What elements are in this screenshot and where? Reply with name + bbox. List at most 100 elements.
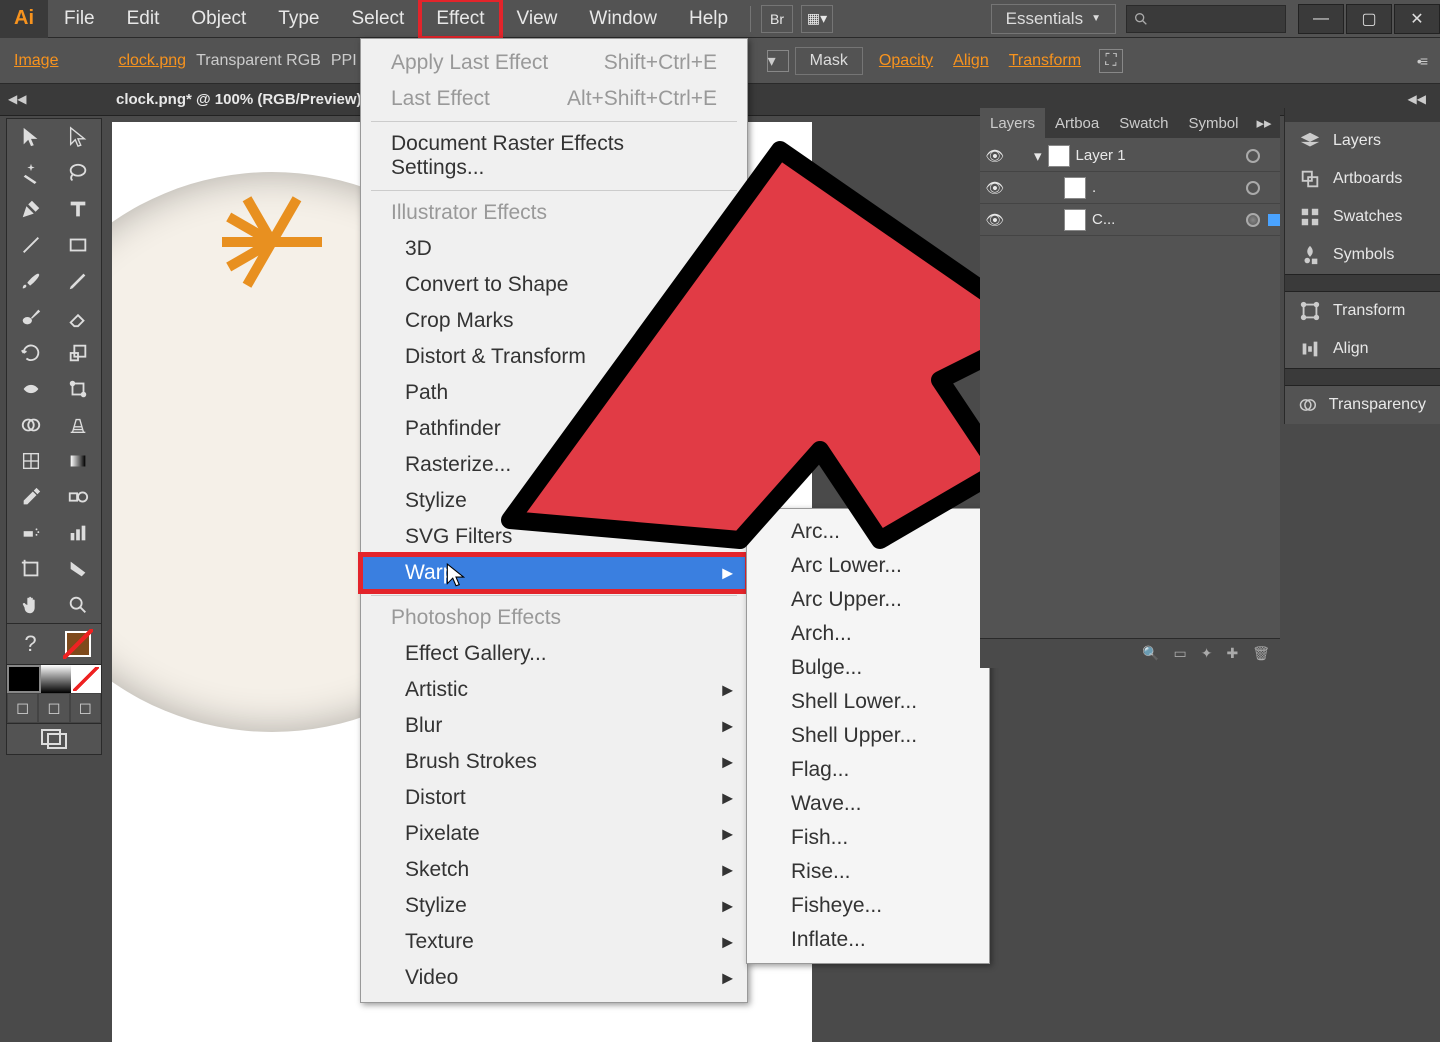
panel-transform[interactable]: Transform (1285, 292, 1440, 330)
menu-select[interactable]: Select (336, 0, 421, 38)
warp-rise[interactable]: Rise... (747, 855, 989, 889)
panel-swatches[interactable]: Swatches (1285, 198, 1440, 236)
zoom-tool[interactable] (54, 587, 101, 623)
scale-tool[interactable] (54, 335, 101, 371)
layer-name[interactable]: Layer 1 (1076, 147, 1126, 164)
layer-row-1[interactable]: 👁 ▾ Layer 1 (980, 140, 1280, 172)
warp-arc-upper[interactable]: Arc Upper... (747, 583, 989, 617)
width-tool[interactable] (7, 371, 54, 407)
collapse-right-icon[interactable]: ◀◀ (1408, 92, 1426, 106)
warp-fisheye[interactable]: Fisheye... (747, 889, 989, 923)
draw-behind[interactable]: ◻ (38, 693, 69, 723)
embed-dropdown[interactable]: ▾ (767, 50, 789, 72)
screen-mode[interactable] (7, 724, 101, 754)
close-button[interactable]: ✕ (1394, 4, 1440, 34)
menu-edit[interactable]: Edit (111, 0, 176, 38)
panel-expand-icon[interactable]: ▸▸ (1248, 114, 1279, 132)
color-mode-gradient[interactable] (41, 665, 71, 693)
panel-symbols[interactable]: Symbols (1285, 236, 1440, 274)
mask-button[interactable]: Mask (795, 47, 863, 75)
menu-help[interactable]: Help (673, 0, 744, 38)
menu-view[interactable]: View (501, 0, 574, 38)
warp-flag[interactable]: Flag... (747, 753, 989, 787)
hand-tool[interactable] (7, 587, 54, 623)
locate-icon[interactable]: 🔍 (1142, 645, 1159, 662)
maximize-button[interactable]: ▢ (1346, 4, 1392, 34)
3d-menu[interactable]: 3D (361, 231, 747, 267)
blob-brush-tool[interactable] (7, 299, 54, 335)
layer-name[interactable]: C... (1092, 211, 1115, 228)
rectangle-tool[interactable] (54, 227, 101, 263)
stylize-menu[interactable]: Stylize (361, 483, 747, 519)
make-clipping-icon[interactable]: ▭ (1174, 645, 1187, 662)
shape-builder-tool[interactable] (7, 407, 54, 443)
direct-selection-tool[interactable] (54, 119, 101, 155)
pencil-tool[interactable] (54, 263, 101, 299)
symbol-sprayer-tool[interactable] (7, 515, 54, 551)
warp-arch[interactable]: Arch... (747, 617, 989, 651)
sketch-menu[interactable]: Sketch▶ (361, 852, 747, 888)
menu-effect[interactable]: Effect (420, 0, 500, 38)
target-icon[interactable] (1246, 213, 1260, 227)
warp-arc-lower[interactable]: Arc Lower... (747, 549, 989, 583)
warp-inflate[interactable]: Inflate... (747, 923, 989, 957)
raster-settings[interactable]: Document Raster Effects Settings... (361, 126, 747, 186)
warp-fish[interactable]: Fish... (747, 821, 989, 855)
help-icon[interactable]: ? (7, 624, 54, 664)
layer-row-2[interactable]: 👁 . (980, 172, 1280, 204)
delete-layer-icon[interactable]: 🗑 (1252, 645, 1270, 662)
rasterize-menu[interactable]: Rasterize... (361, 447, 747, 483)
panel-artboards[interactable]: Artboards (1285, 160, 1440, 198)
visibility-icon[interactable]: 👁 (980, 179, 1010, 197)
fill-stroke-mini[interactable] (54, 624, 101, 664)
target-icon[interactable] (1246, 149, 1260, 163)
eraser-tool[interactable] (54, 299, 101, 335)
pathfinder-menu[interactable]: Pathfinder (361, 411, 747, 447)
perspective-grid-tool[interactable] (54, 407, 101, 443)
new-layer-icon[interactable]: ✚ (1226, 645, 1238, 662)
rotate-tool[interactable] (7, 335, 54, 371)
menu-type[interactable]: Type (262, 0, 335, 38)
selection-tool[interactable] (7, 119, 54, 155)
effect-gallery[interactable]: Effect Gallery... (361, 636, 747, 672)
convert-to-shape-menu[interactable]: Convert to Shape (361, 267, 747, 303)
distort-transform-menu[interactable]: Distort & Transform (361, 339, 747, 375)
panel-menu-icon[interactable]: •≡ (1417, 53, 1426, 69)
align-link[interactable]: Align (953, 52, 989, 70)
opacity-link[interactable]: Opacity (879, 52, 933, 70)
collapse-left-icon[interactable]: ◀◀ (8, 92, 26, 106)
layer-row-3[interactable]: 👁 C... (980, 204, 1280, 236)
panel-layers[interactable]: Layers (1285, 122, 1440, 160)
bridge-icon[interactable]: Br (761, 5, 793, 33)
type-tool[interactable] (54, 191, 101, 227)
tab-symbols[interactable]: Symbol (1178, 108, 1248, 138)
document-tab[interactable]: clock.png* @ 100% (RGB/Preview) (116, 91, 362, 108)
layer-name[interactable]: . (1092, 179, 1096, 196)
tab-layers[interactable]: Layers (980, 108, 1045, 138)
warp-bulge[interactable]: Bulge... (747, 651, 989, 685)
free-transform-tool[interactable] (54, 371, 101, 407)
crop-marks-menu[interactable]: Crop Marks (361, 303, 747, 339)
column-graph-tool[interactable] (54, 515, 101, 551)
line-tool[interactable] (7, 227, 54, 263)
panel-transparency[interactable]: Transparency (1285, 386, 1440, 424)
warp-arc[interactable]: Arc... (747, 515, 989, 549)
svg-filters-menu[interactable]: SVG Filters (361, 519, 747, 555)
target-icon[interactable] (1246, 181, 1260, 195)
transform-icon[interactable]: ⛶ (1099, 49, 1123, 73)
warp-shell-upper[interactable]: Shell Upper... (747, 719, 989, 753)
slice-tool[interactable] (54, 551, 101, 587)
lasso-tool[interactable] (54, 155, 101, 191)
gradient-tool[interactable] (54, 443, 101, 479)
distort-menu[interactable]: Distort▶ (361, 780, 747, 816)
tab-swatches[interactable]: Swatch (1109, 108, 1178, 138)
blur-menu[interactable]: Blur▶ (361, 708, 747, 744)
file-name[interactable]: clock.png (118, 52, 186, 70)
color-mode-solid[interactable] (7, 665, 41, 693)
color-mode-none[interactable] (71, 665, 101, 693)
mesh-tool[interactable] (7, 443, 54, 479)
brush-strokes-menu[interactable]: Brush Strokes▶ (361, 744, 747, 780)
search-input[interactable] (1126, 5, 1286, 33)
new-sublayer-icon[interactable]: ✦ (1201, 645, 1213, 662)
menu-file[interactable]: File (48, 0, 111, 38)
